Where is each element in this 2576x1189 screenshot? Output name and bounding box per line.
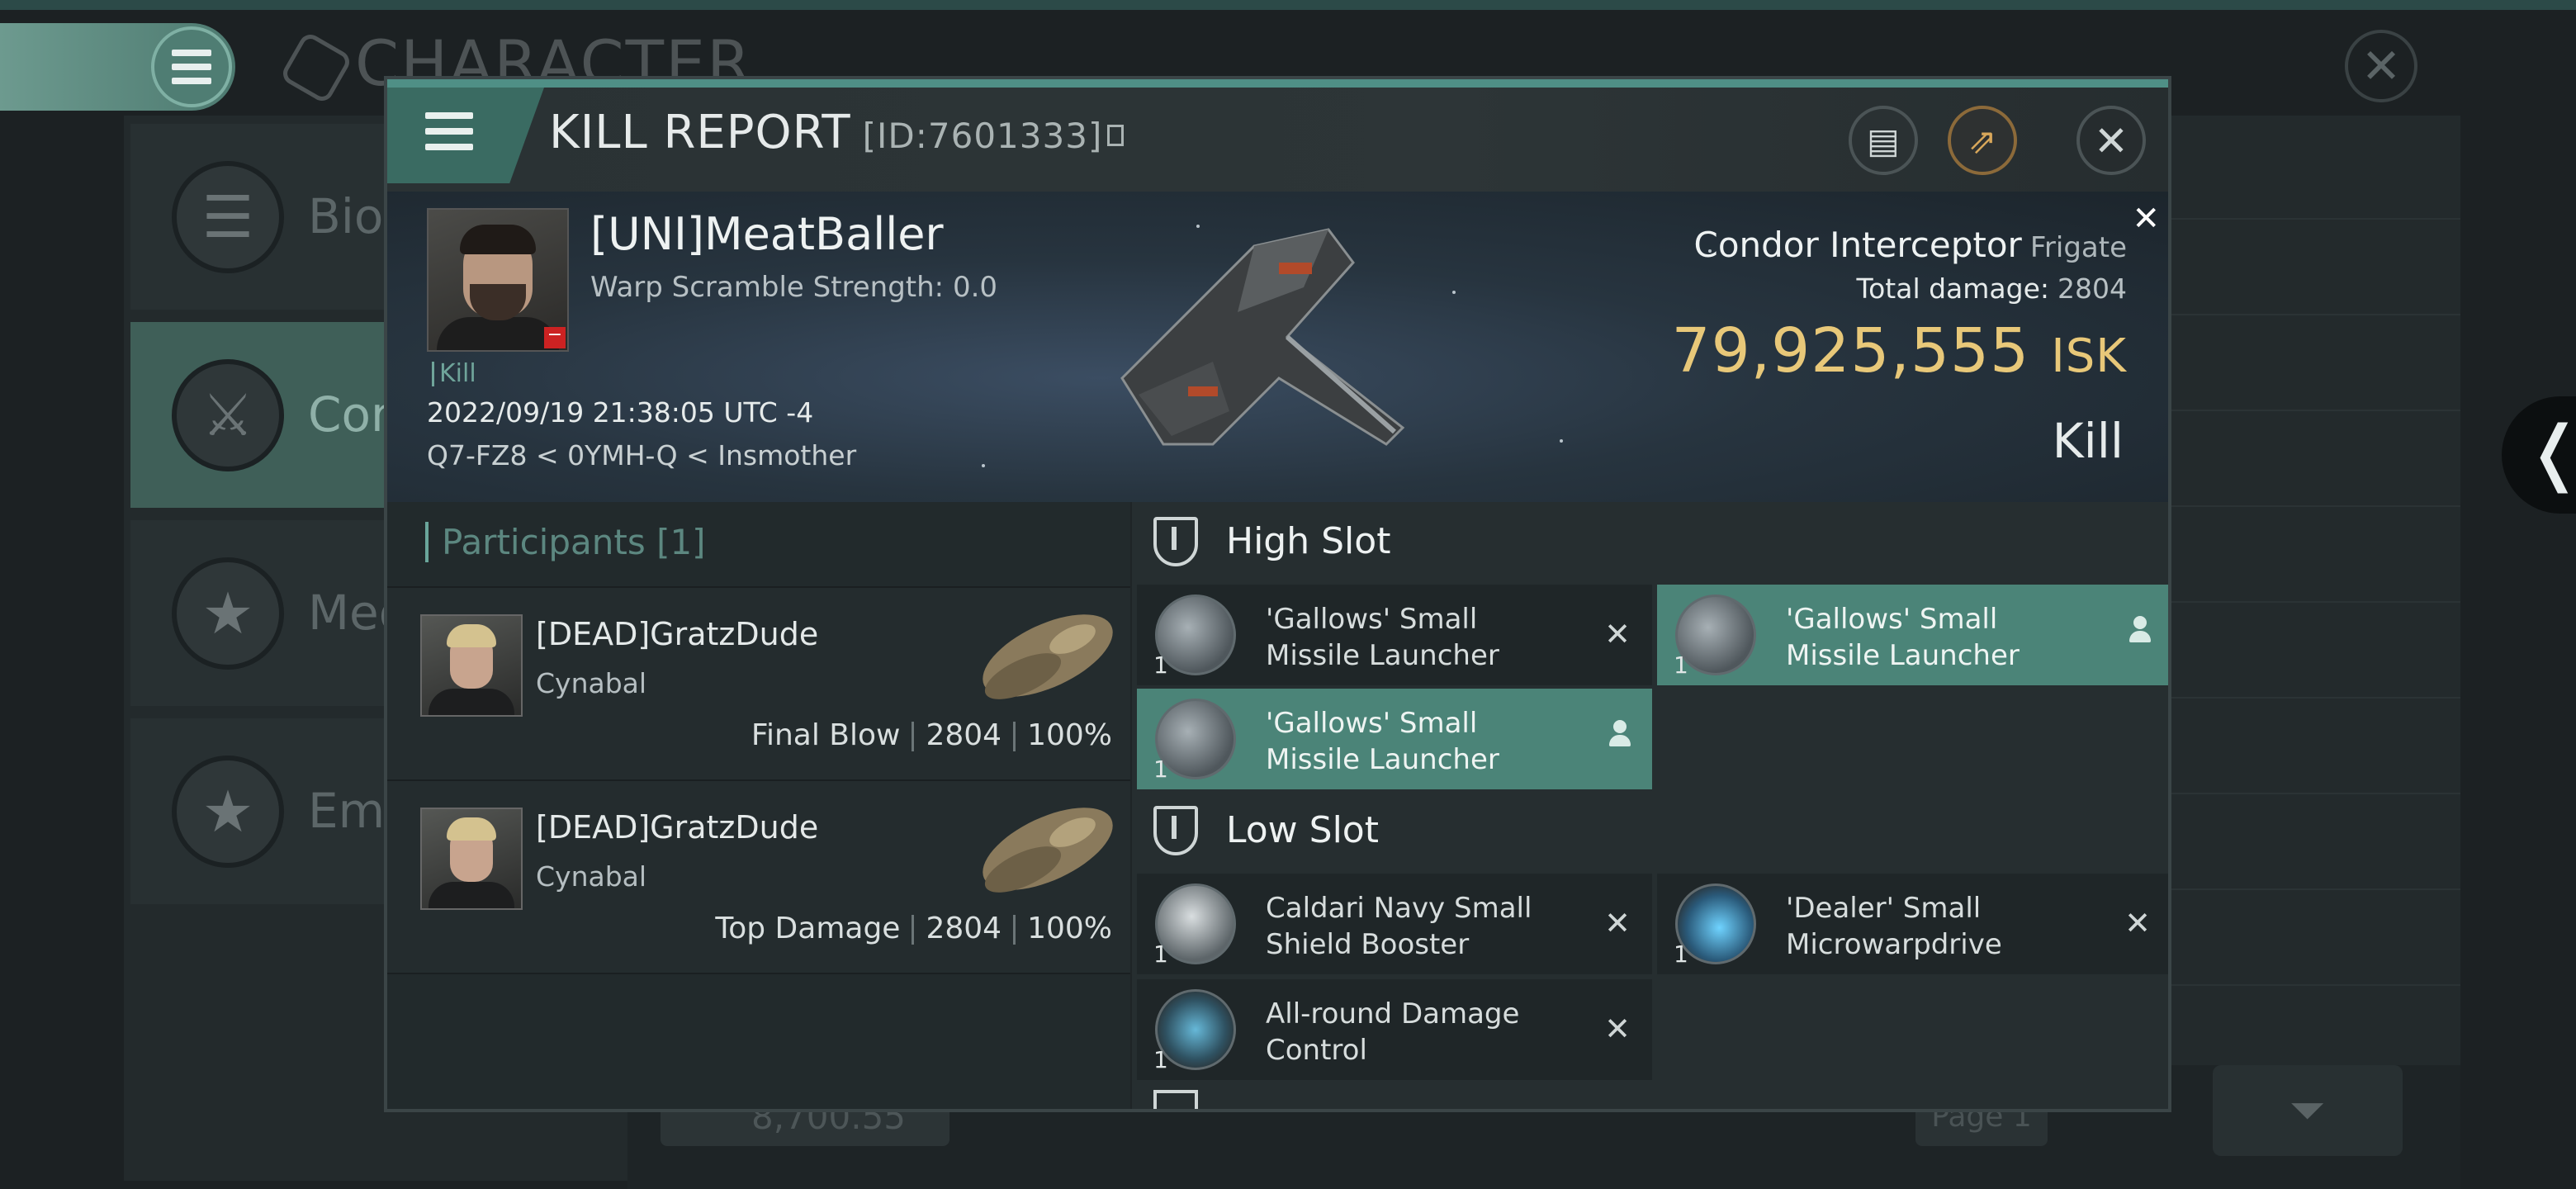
close-button[interactable]: ✕: [2076, 106, 2146, 175]
star-wreath-icon: ★: [172, 756, 284, 868]
security-status-icon: −: [544, 326, 566, 348]
participant-ship-image: [983, 808, 1113, 893]
kill-location[interactable]: Q7-FZ8 < 0YMH-Q < Insmother: [427, 439, 856, 471]
star-badge-icon: ★: [172, 557, 284, 670]
close-icon: ✕: [2094, 117, 2129, 165]
low-slot-icon: [1153, 806, 1198, 855]
destroyed-icon: ✕: [2124, 905, 2151, 941]
high-slot-header: High Slot: [1132, 502, 2168, 583]
ship-name[interactable]: Condor Interceptor: [1694, 225, 2022, 265]
victim-banner: − [UNI]MeatBaller Warp Scramble Strength…: [387, 192, 2168, 502]
isk-value: 79,925,555 ISK: [1671, 315, 2127, 386]
dropped-person-icon: [2129, 616, 2151, 644]
participant-name: [DEAD]GratzDude: [536, 616, 819, 652]
menu-icon: ☰: [172, 161, 284, 273]
participant-portrait: [420, 614, 523, 717]
dialog-accent-bar: [387, 79, 2168, 88]
clipboard-icon: ▤: [1867, 121, 1900, 161]
module-slot[interactable]: 1 'Gallows' Small Missile Launcher ✕: [1137, 585, 1652, 685]
module-slot[interactable]: 1 'Gallows' Small Missile Launcher: [1137, 689, 1652, 789]
participant-stats: Top Damage 2804 100%: [715, 912, 1112, 945]
destroyed-icon: ✕: [1604, 616, 1631, 652]
participant-portrait: [420, 808, 523, 910]
dialog-header: KILL REPORT [ID:7601333] ▤ ⇗ ✕: [387, 88, 2168, 192]
participant-ship: Cynabal: [536, 667, 647, 699]
participant-row[interactable]: [DEAD]GratzDude Cynabal Top Damage 2804 10…: [387, 781, 1130, 974]
participants-header: Participants [1]: [387, 502, 1130, 588]
character-icon: [278, 30, 354, 106]
participant-stats: Final Blow 2804 100%: [751, 718, 1112, 752]
filter-icon: ⏷: [2290, 1084, 2326, 1136]
kill-result: Kill: [2052, 413, 2124, 469]
top-accent-line: [0, 0, 2576, 10]
module-slot[interactable]: 1 'Gallows' Small Missile Launcher: [1657, 585, 2168, 685]
participant-ship-image: [983, 614, 1113, 699]
victim-name[interactable]: [UNI]MeatBaller: [590, 208, 944, 260]
participant-ship: Cynabal: [536, 860, 647, 893]
module-slot[interactable]: 1 All-round Damage Control ✕: [1137, 979, 1652, 1080]
menu-icon: [425, 112, 473, 150]
share-button[interactable]: ⇗: [1948, 106, 2017, 175]
chevron-left-icon: ❬: [2525, 411, 2576, 494]
report-id: [ID:7601333]: [862, 116, 1103, 156]
side-drawer-toggle[interactable]: ❬: [2502, 396, 2576, 514]
share-icon: ⇗: [1968, 121, 1997, 161]
module-slot[interactable]: 1 'Dealer' Small Microwarpdrive ✕: [1657, 874, 2168, 974]
copy-icon[interactable]: [1107, 124, 1125, 146]
fitting-panel: High Slot 1 'Gallows' Small Missile Launc…: [1132, 502, 2168, 1109]
background-close-button[interactable]: ✕: [2345, 30, 2417, 102]
filter-button[interactable]: ⏷: [2213, 1065, 2403, 1156]
dialog-menu-button[interactable]: [387, 88, 544, 183]
warp-scramble-strength: Warp Scramble Strength: 0.0: [590, 271, 998, 304]
dropped-person-icon: [1609, 720, 1631, 748]
participant-row[interactable]: [DEAD]GratzDude Cynabal Final Blow 2804 10…: [387, 588, 1130, 781]
victim-portrait[interactable]: −: [427, 208, 569, 352]
main-menu-button[interactable]: [0, 23, 235, 111]
victim-ship-image[interactable]: [1089, 197, 1436, 494]
destroyed-icon: ✕: [1604, 905, 1631, 941]
high-slot-icon: [1153, 517, 1198, 566]
ship-class: Frigate: [2029, 231, 2127, 264]
participants-panel: Participants [1] [DEAD]GratzDude Cynabal…: [387, 502, 1130, 1109]
mid-slot-icon: [1153, 1090, 1198, 1109]
clipboard-button[interactable]: ▤: [1849, 106, 1918, 175]
total-damage: Total damage: 2804: [1856, 272, 2127, 305]
kill-report-dialog: KILL REPORT [ID:7601333] ▤ ⇗ ✕ − [UNI]Mea…: [384, 76, 2171, 1112]
kill-datetime: 2022/09/19 21:38:05 UTC -4: [427, 396, 814, 429]
crossed-swords-icon: ⚔: [172, 359, 284, 471]
menu-icon: [151, 26, 232, 107]
destroyed-icon: ✕: [1604, 1011, 1631, 1047]
participant-name: [DEAD]GratzDude: [536, 809, 819, 846]
dialog-title: KILL REPORT [ID:7601333]: [549, 106, 1125, 159]
close-icon[interactable]: ✕: [2132, 200, 2160, 238]
module-slot[interactable]: 1 Caldari Navy Small Shield Booster ✕: [1137, 874, 1652, 974]
low-slot-header: Low Slot: [1132, 791, 2168, 872]
kill-tag: Kill: [432, 362, 476, 386]
victim-ship-line: Condor Interceptor Frigate: [1694, 225, 2128, 265]
